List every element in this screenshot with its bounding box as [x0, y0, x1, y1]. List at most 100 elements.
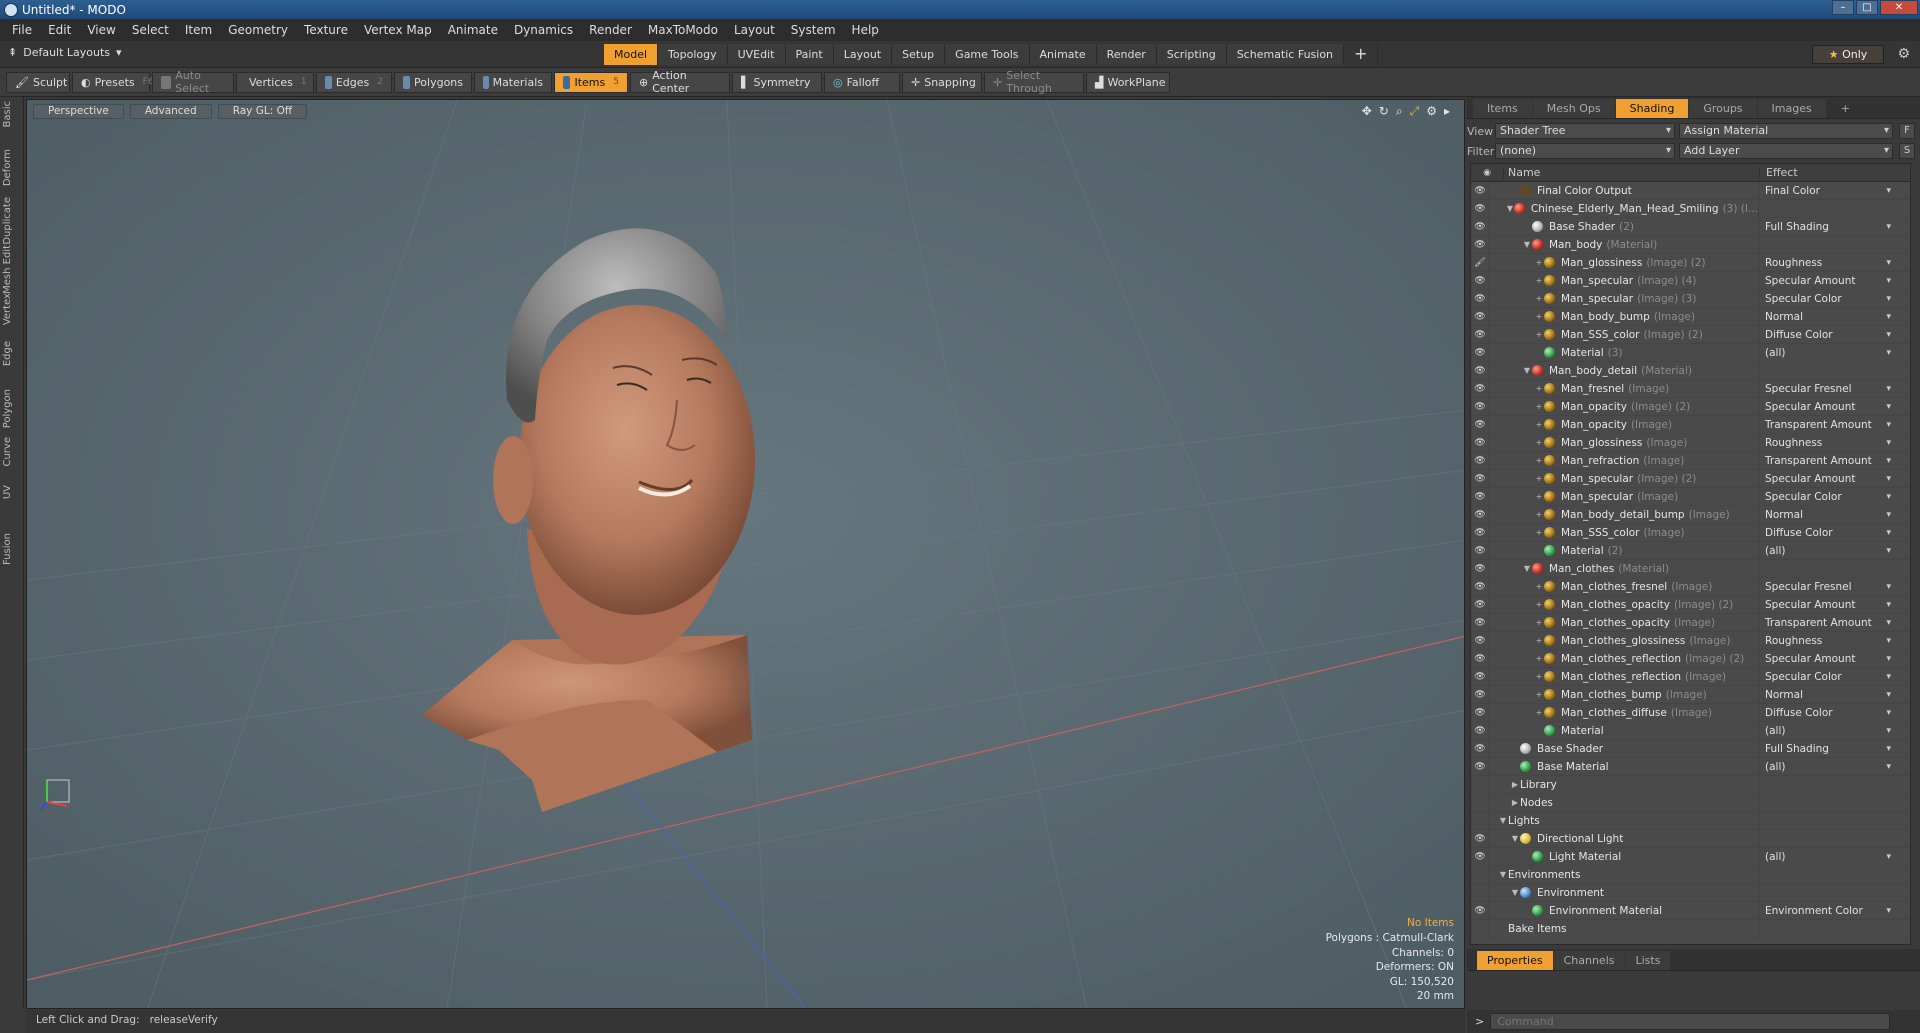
f-button[interactable]: F — [1899, 123, 1915, 139]
select-through-button[interactable]: ✛ Select Through — [984, 69, 1084, 95]
shader-tree-row[interactable]: ▼ Environments — [1471, 865, 1910, 884]
gear-icon[interactable]: ⚙ — [1897, 46, 1910, 62]
eye-icon[interactable]: 👁 — [1471, 312, 1489, 322]
assign-material-dropdown[interactable]: Assign Material — [1679, 123, 1893, 139]
shader-tree-row[interactable]: 👁 + Man_clothes_opacity (Image) (2) Specular… — [1471, 595, 1910, 614]
shader-tree-row[interactable]: 👁 Material (3) (all) — [1471, 343, 1910, 362]
pan-icon[interactable]: ✥ — [1362, 104, 1372, 119]
raygl-button[interactable]: Ray GL: Off — [217, 104, 308, 119]
eye-icon[interactable]: 👁 — [1471, 456, 1489, 466]
shader-tree-row[interactable]: 👁 + Man_clothes_fresnel (Image) Specular Fre… — [1471, 577, 1910, 596]
eye-icon[interactable]: 👁 — [1471, 690, 1489, 700]
eye-icon[interactable]: 👁 — [1471, 744, 1489, 754]
eye-icon[interactable]: 👁 — [1471, 294, 1489, 304]
more-icon[interactable]: ▸ — [1444, 104, 1450, 119]
menu-vertex-map[interactable]: Vertex Map — [358, 23, 442, 37]
minimize-button[interactable]: – — [1832, 0, 1854, 15]
shader-tree-row[interactable]: ▼ Lights — [1471, 811, 1910, 830]
maximize-button[interactable]: □ — [1856, 0, 1878, 15]
layout-tab-setup[interactable]: Setup — [892, 44, 946, 65]
polygons-button[interactable]: Polygons — [394, 71, 472, 93]
tree-item-effect[interactable]: (all) — [1759, 344, 1895, 362]
layout-tab-render[interactable]: Render — [1096, 44, 1157, 65]
tree-item-effect[interactable]: Specular Amount — [1759, 398, 1895, 416]
shader-tree-row[interactable]: 👁 + Man_clothes_glossiness (Image) Roughness — [1471, 631, 1910, 650]
shader-tree-row[interactable]: 👁 + Man_fresnel (Image) Specular Fresnel — [1471, 379, 1910, 398]
shader-tree-row[interactable]: 👁 + Man_body_detail_bump (Image) Normal — [1471, 505, 1910, 524]
fit-icon[interactable]: ⤢ — [1410, 104, 1420, 119]
3d-viewport[interactable]: Perspective Advanced Ray GL: Off ✥ ↻ ⌕ ⤢… — [26, 99, 1465, 1009]
shader-tree-row[interactable]: 👁 Base Shader (2) Full Shading — [1471, 217, 1910, 236]
eye-icon[interactable]: 👁 — [1471, 240, 1489, 250]
rotate-icon[interactable]: ↻ — [1379, 104, 1389, 119]
left-tab-edge[interactable]: Edge — [2, 341, 22, 366]
left-tab-basic[interactable]: Basic — [2, 101, 22, 127]
shader-tree-row[interactable]: 🖌 + Man_glossiness (Image) (2) Roughness — [1471, 253, 1910, 272]
eye-icon[interactable]: 👁 — [1471, 366, 1489, 376]
expand-toggle-icon[interactable]: ▼ — [1510, 834, 1520, 843]
eye-icon[interactable]: 👁 — [1471, 600, 1489, 610]
menu-select[interactable]: Select — [126, 23, 179, 37]
effect-column-header[interactable]: Effect — [1759, 166, 1895, 179]
layout-tab-scripting[interactable]: Scripting — [1156, 44, 1227, 65]
eye-icon[interactable]: 👁 — [1471, 762, 1489, 772]
eye-icon[interactable]: 👁 — [1471, 348, 1489, 358]
eye-icon[interactable]: 👁 — [1471, 546, 1489, 556]
shader-tree-row[interactable]: 👁 Environment Material Environment Color — [1471, 901, 1910, 920]
tree-item-effect[interactable]: Specular Amount — [1759, 650, 1895, 668]
sculpt-button[interactable]: 🖌 Sculpt — [6, 71, 70, 93]
materials-button[interactable]: Materials — [474, 71, 552, 93]
tree-item-effect[interactable]: Roughness — [1759, 632, 1895, 650]
shader-tree-row[interactable]: 👁 ▼ Man_clothes (Material) — [1471, 559, 1910, 578]
tree-item-effect[interactable]: Diffuse Color — [1759, 326, 1895, 344]
shader-tree-row[interactable]: 👁 Material (all) — [1471, 721, 1910, 740]
right-tab-shading[interactable]: Shading — [1615, 99, 1689, 118]
auto-select-button[interactable]: Auto Select — [152, 69, 234, 95]
eye-icon[interactable]: 👁 — [1471, 672, 1489, 682]
shader-tree-row[interactable]: 👁 + Man_clothes_bump (Image) Normal — [1471, 685, 1910, 704]
eye-icon[interactable]: 👁 — [1471, 654, 1489, 664]
tree-item-effect[interactable]: Specular Fresnel — [1759, 380, 1895, 398]
tree-item-effect[interactable]: Specular Amount — [1759, 470, 1895, 488]
eye-icon[interactable]: 👁 — [1471, 330, 1489, 340]
edges-button[interactable]: Edges 2 — [316, 71, 392, 93]
tree-item-effect[interactable]: Specular Amount — [1759, 596, 1895, 614]
shader-tree-row[interactable]: 👁 ▼ Man_body (Material) — [1471, 235, 1910, 254]
shader-tree-row[interactable]: 👁 + Man_refraction (Image) Transparent Amoun… — [1471, 451, 1910, 470]
s-button[interactable]: S — [1899, 143, 1915, 159]
tree-item-effect[interactable]: Normal — [1759, 686, 1895, 704]
tree-item-effect[interactable]: (all) — [1759, 758, 1895, 776]
tree-item-effect[interactable]: Specular Fresnel — [1759, 578, 1895, 596]
shader-tree-row[interactable]: 👁 ▼ Man_body_detail (Material) — [1471, 361, 1910, 380]
expand-toggle-icon[interactable]: ▼ — [1522, 564, 1532, 573]
right-tab-mesh-ops[interactable]: Mesh Ops — [1532, 99, 1615, 118]
tree-item-effect[interactable]: Transparent Amount — [1759, 416, 1895, 434]
menu-system[interactable]: System — [785, 23, 846, 37]
view-dropdown[interactable]: Shader Tree — [1495, 123, 1675, 139]
left-tab-deform[interactable]: Deform — [2, 149, 22, 186]
add-layout-tab-button[interactable]: + — [1344, 44, 1379, 65]
tree-item-effect[interactable]: Diffuse Color — [1759, 704, 1895, 722]
menu-geometry[interactable]: Geometry — [222, 23, 298, 37]
shader-tree-row[interactable]: 👁 ▼ Directional Light — [1471, 829, 1910, 848]
shader-tree-row[interactable]: 👁 Material (2) (all) — [1471, 541, 1910, 560]
shading-mode-button[interactable]: Advanced — [129, 104, 212, 119]
command-input[interactable] — [1490, 1013, 1891, 1030]
menu-render[interactable]: Render — [583, 23, 642, 37]
tree-item-effect[interactable]: (all) — [1759, 542, 1895, 560]
zoom-icon[interactable]: ⌕ — [1396, 104, 1403, 119]
tree-item-effect[interactable]: (all) — [1759, 848, 1895, 866]
shader-tree-row[interactable]: 👁 Base Shader Full Shading — [1471, 739, 1910, 758]
tree-item-effect[interactable]: Diffuse Color — [1759, 524, 1895, 542]
expand-toggle-icon[interactable]: ▼ — [1498, 816, 1508, 825]
left-tab-curve[interactable]: Curve — [2, 437, 22, 467]
view-mode-button[interactable]: Perspective — [33, 104, 124, 119]
presets-button[interactable]: ◐ Presets F6 — [72, 71, 154, 93]
tree-item-effect[interactable]: Full Shading — [1759, 218, 1895, 236]
snapping-button[interactable]: ✛ Snapping — [902, 71, 982, 93]
shader-tree-row[interactable]: ▶ Library — [1471, 775, 1910, 794]
expand-toggle-icon[interactable]: ▶ — [1510, 780, 1520, 789]
layout-tab-paint[interactable]: Paint — [785, 44, 834, 65]
tree-item-effect[interactable]: Roughness — [1759, 254, 1895, 272]
eye-icon[interactable]: 👁 — [1471, 276, 1489, 286]
